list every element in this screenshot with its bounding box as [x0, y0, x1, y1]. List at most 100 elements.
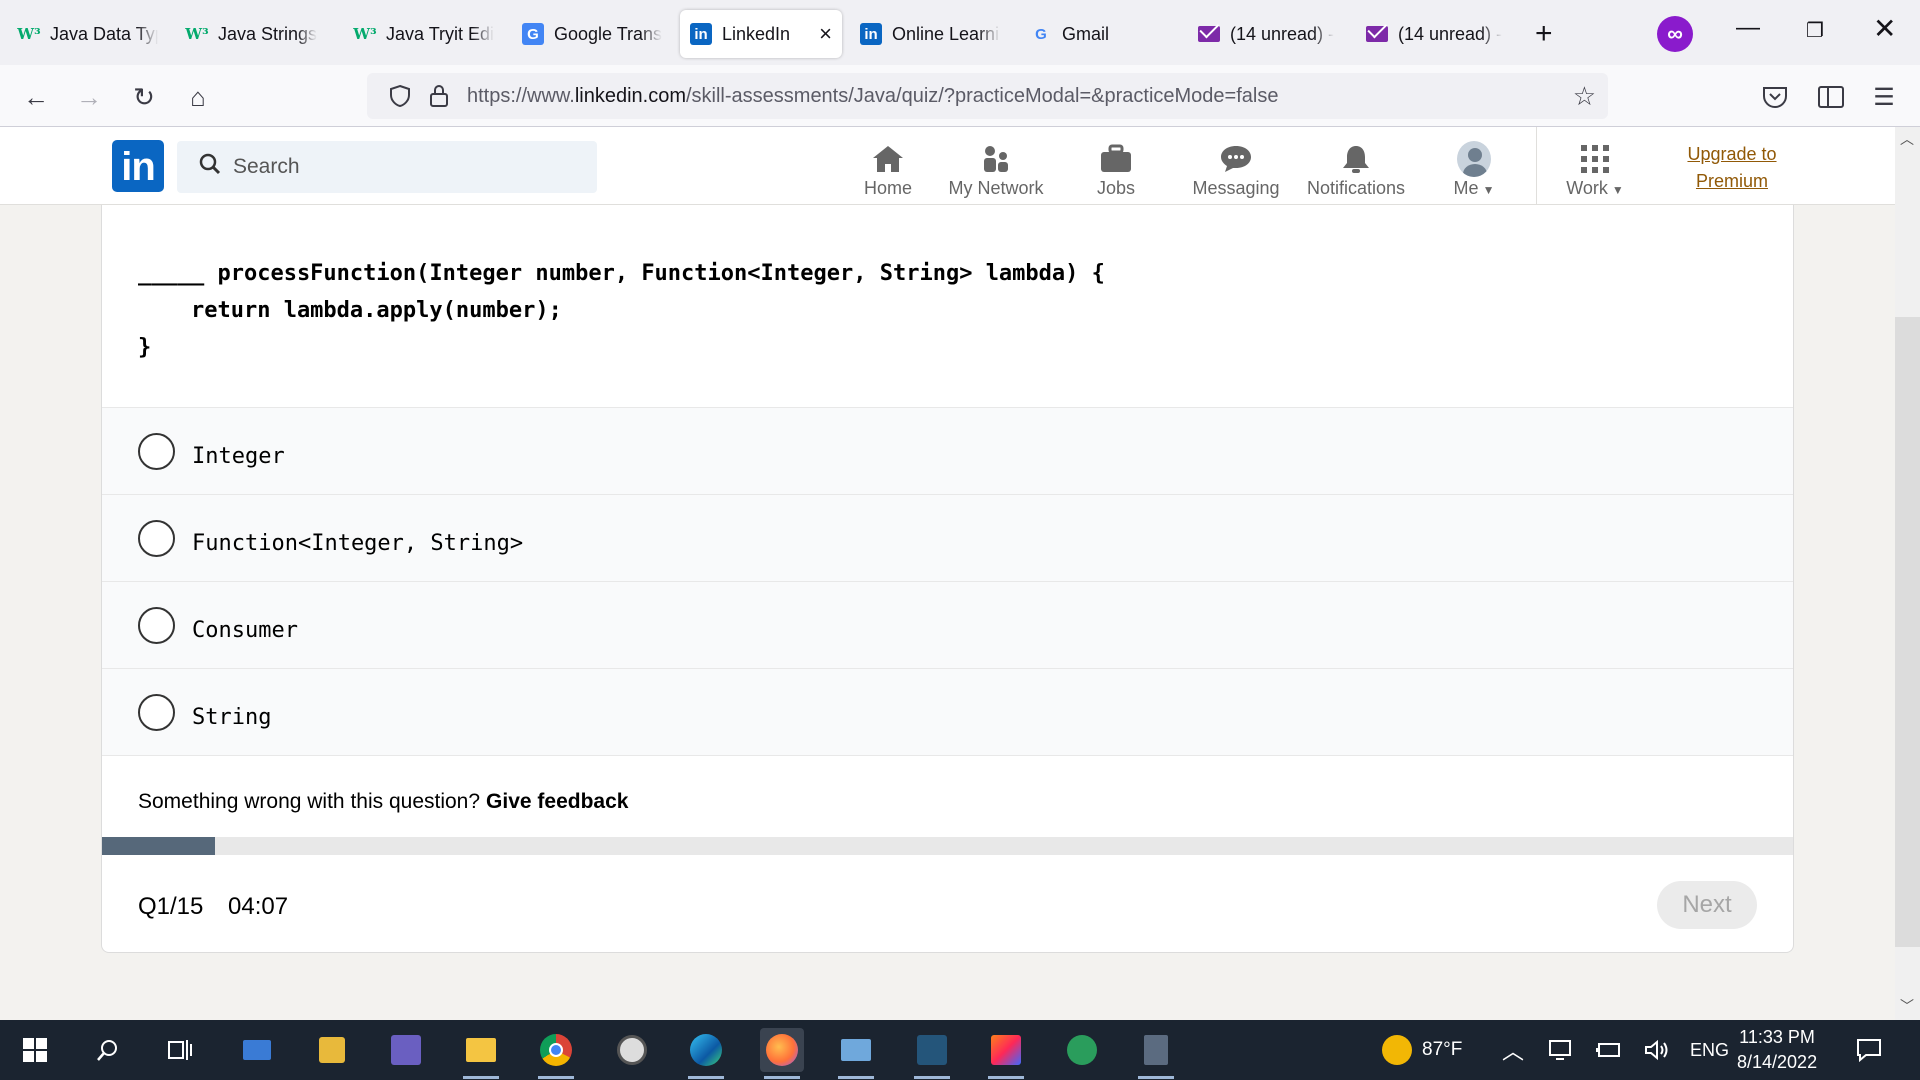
radio-button[interactable]	[138, 432, 175, 470]
radio-button[interactable]	[138, 519, 175, 557]
pocket-icon[interactable]	[1762, 85, 1788, 109]
browser-nav-bar: ← → ↻ ⌂ https://www.linkedin.com/skill-a…	[0, 65, 1920, 127]
mail-icon	[1198, 26, 1220, 42]
windows-taskbar: 87°F ︿ ENG 11:33 PM 8/14/2022	[0, 1020, 1920, 1080]
search-input[interactable]	[233, 155, 573, 179]
forward-arrow-icon[interactable]: →	[71, 79, 107, 115]
nav-me[interactable]: Me ▼	[1444, 135, 1504, 199]
premium-line-2: Premium	[1695, 171, 1768, 191]
nav-jobs[interactable]: Jobs	[1078, 135, 1154, 199]
minimize-icon[interactable]: —	[1736, 14, 1760, 42]
nav-notifications[interactable]: Notifications	[1298, 135, 1414, 199]
answer-option[interactable]: String	[102, 668, 1793, 755]
intellij-icon[interactable]	[984, 1028, 1028, 1079]
briefcase-icon	[1099, 142, 1133, 176]
nav-label: Notifications	[1306, 178, 1406, 198]
tools-app-icon[interactable]	[310, 1028, 354, 1072]
question-counter: Q1/15	[138, 893, 204, 920]
close-window-icon[interactable]: ✕	[1873, 12, 1896, 45]
option-text: String	[192, 704, 272, 730]
restore-icon[interactable]: ❐	[1806, 18, 1824, 43]
tab-mail-unread[interactable]: (14 unread) -	[1356, 10, 1516, 58]
tab-title: Gmail	[1062, 23, 1110, 44]
radio-button[interactable]	[138, 606, 175, 644]
chevron-up-icon[interactable]: ︿	[1502, 1020, 1524, 1080]
give-feedback-link[interactable]: Give feedback	[486, 790, 628, 814]
desktop-app-icon[interactable]	[235, 1028, 279, 1072]
windows-start-icon[interactable]	[13, 1028, 57, 1072]
nav-home[interactable]: Home	[848, 135, 928, 199]
close-tab-icon[interactable]: ×	[809, 21, 832, 47]
nav-my-network[interactable]: My Network	[944, 135, 1048, 199]
tab-title: (14 unread) -	[1398, 23, 1503, 44]
calculator-icon[interactable]	[1134, 1028, 1178, 1079]
notification-center-icon[interactable]	[1856, 1020, 1882, 1080]
new-tab-button[interactable]: +	[1535, 17, 1553, 51]
option-text: Function<Integer, String>	[192, 530, 524, 556]
tab-java-strings[interactable]: W³ Java Strings	[176, 10, 336, 58]
upgrade-premium-link[interactable]: Upgrade to Premium	[1672, 141, 1792, 195]
search-box[interactable]	[177, 141, 597, 193]
home-icon[interactable]: ⌂	[180, 79, 216, 115]
edge-icon[interactable]	[684, 1028, 728, 1079]
tab-mail-unread[interactable]: (14 unread) -	[1188, 10, 1348, 58]
tab-java-data-types[interactable]: W³ Java Data Types	[8, 10, 168, 58]
answer-option[interactable]: Consumer	[102, 581, 1793, 668]
firefox-icon[interactable]	[760, 1028, 804, 1079]
bookmark-star-icon[interactable]: ☆	[1573, 81, 1596, 112]
display-icon[interactable]	[1548, 1020, 1572, 1080]
file-explorer-icon[interactable]	[459, 1028, 503, 1079]
mysql-workbench-icon[interactable]	[910, 1028, 954, 1079]
search-icon	[199, 153, 221, 181]
answer-option[interactable]: Function<Integer, String>	[102, 494, 1793, 581]
nav-label: My Network	[948, 178, 1044, 198]
nav-label: Home	[863, 178, 912, 198]
search-icon[interactable]	[86, 1028, 130, 1072]
browser-tab-strip: W³ Java Data Types W³ Java Strings W³ Ja…	[0, 0, 1920, 65]
tab-google-translate[interactable]: G Google Translate	[512, 10, 672, 58]
w3schools-icon: W³	[353, 25, 377, 43]
menu-icon[interactable]: ☰	[1866, 79, 1902, 115]
code-line: return lambda.apply(number);	[138, 298, 562, 323]
vertical-scrollbar[interactable]: ︿ ﹀	[1895, 127, 1920, 1020]
battery-icon[interactable]	[1596, 1020, 1622, 1080]
linkedin-logo[interactable]: in	[112, 140, 164, 192]
reload-icon[interactable]: ↻	[126, 79, 162, 115]
progress-fill	[102, 837, 216, 855]
metatrader-icon[interactable]	[1060, 1028, 1104, 1072]
answer-option[interactable]: Integer	[102, 407, 1793, 494]
tab-online-learning[interactable]: in Online Learning	[850, 10, 1010, 58]
visual-studio-icon[interactable]	[384, 1028, 428, 1072]
nav-label: Work ▼	[1566, 178, 1624, 199]
weather-widget[interactable]: 87°F	[1382, 1020, 1462, 1080]
google-icon: G	[1035, 25, 1047, 43]
address-bar[interactable]: https://www.linkedin.com/skill-assessmen…	[367, 73, 1608, 119]
grid-icon	[1578, 142, 1612, 176]
extension-icon[interactable]: ∞	[1657, 16, 1693, 52]
clock-app-icon[interactable]	[610, 1028, 654, 1072]
option-text: Consumer	[192, 617, 298, 643]
tab-gmail[interactable]: G Gmail	[1020, 10, 1180, 58]
sidebar-icon[interactable]	[1818, 86, 1844, 108]
tab-linkedin[interactable]: in LinkedIn ×	[680, 10, 842, 58]
header-divider	[1536, 127, 1537, 205]
next-button[interactable]: Next	[1657, 881, 1757, 929]
system-clock[interactable]: 11:33 PM 8/14/2022	[1737, 1025, 1817, 1075]
shield-icon	[390, 84, 410, 108]
tab-java-tryit-editor[interactable]: W³ Java Tryit Editor	[344, 10, 504, 58]
clock-time: 11:33 PM	[1739, 1027, 1815, 1047]
nav-messaging[interactable]: Messaging	[1186, 135, 1286, 199]
language-indicator[interactable]: ENG	[1690, 1020, 1729, 1080]
control-panel-icon[interactable]	[834, 1028, 878, 1079]
url-domain: linkedin.com	[574, 84, 686, 107]
nav-work[interactable]: Work ▼	[1558, 135, 1632, 199]
volume-icon[interactable]	[1644, 1020, 1670, 1080]
back-arrow-icon[interactable]: ←	[18, 79, 54, 115]
linkedin-header: in Home My Network Jobs Messaging Notif	[0, 127, 1895, 205]
radio-button[interactable]	[138, 693, 175, 731]
scroll-up-icon[interactable]: ︿	[1900, 129, 1914, 149]
chrome-icon[interactable]	[534, 1028, 578, 1079]
task-view-icon[interactable]	[158, 1028, 202, 1072]
scrollbar-thumb[interactable]	[1895, 317, 1920, 947]
scroll-down-icon[interactable]: ﹀	[1900, 996, 1914, 1016]
